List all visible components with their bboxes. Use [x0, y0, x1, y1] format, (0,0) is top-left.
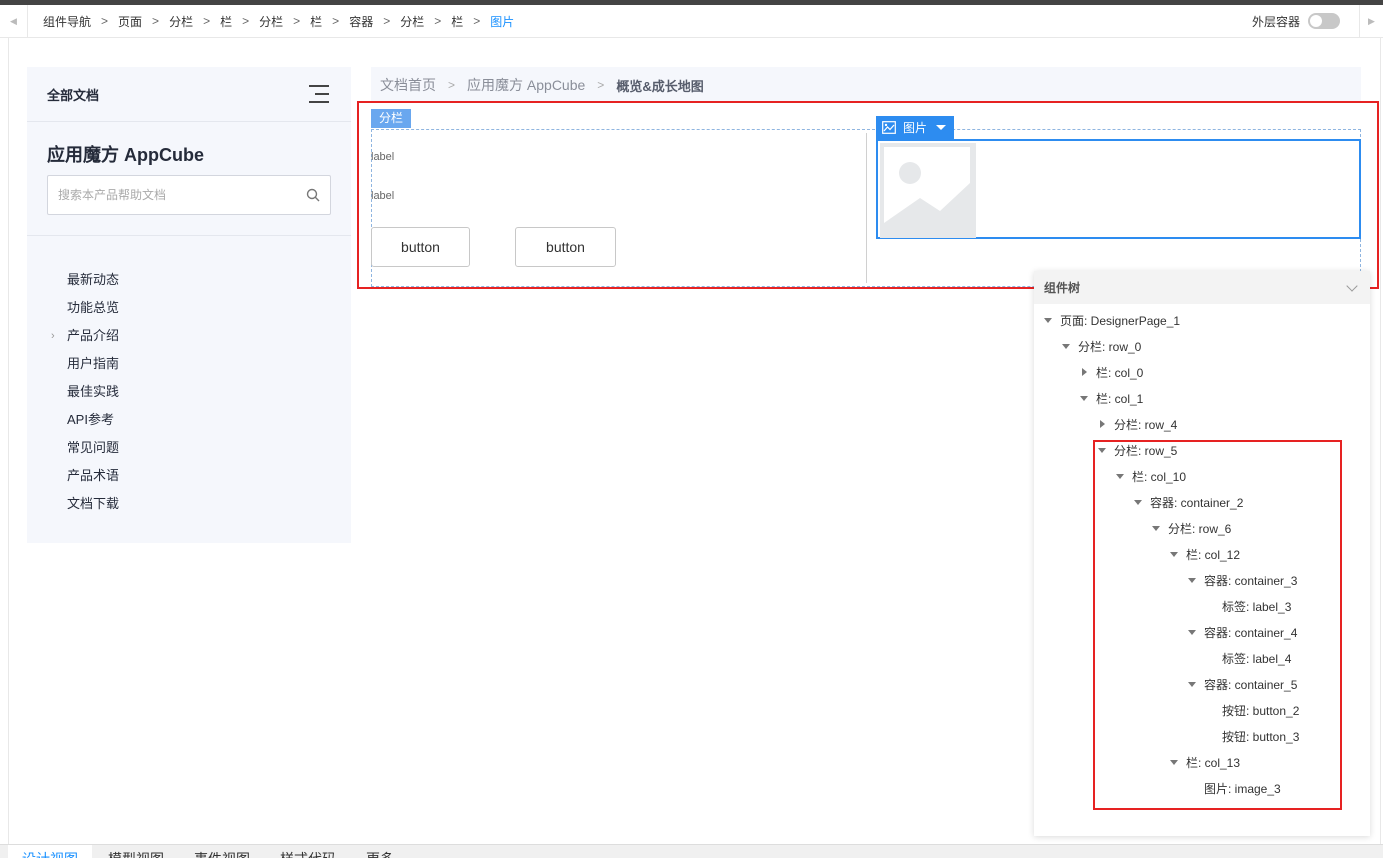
breadcrumb-item[interactable]: 栏 — [451, 13, 463, 30]
breadcrumb-separator: > — [434, 14, 442, 28]
doc-nav-item-label: 用户指南 — [67, 356, 120, 371]
doc-nav-item-label: 最佳实践 — [67, 384, 120, 399]
doc-breadcrumb-separator: > — [597, 78, 605, 92]
breadcrumb-item[interactable]: 组件导航 — [43, 13, 91, 30]
doc-nav-item[interactable]: 最新动态 — [27, 266, 351, 294]
caret-down-icon[interactable] — [1060, 340, 1072, 352]
breadcrumb-separator: > — [242, 14, 250, 28]
breadcrumb-separator: > — [332, 14, 340, 28]
breadcrumb-item[interactable]: 分栏 — [259, 13, 283, 30]
breadcrumb-item[interactable]: 图片 — [490, 13, 514, 30]
outer-container-switch[interactable] — [1308, 13, 1340, 29]
tree-node-label: 栏: col_1 — [1096, 391, 1144, 406]
caret-right-icon[interactable] — [1078, 366, 1090, 378]
component-tree-title: 组件树 — [1044, 281, 1081, 295]
doc-breadcrumb: 文档首页 > 应用魔方 AppCube > 概览&成长地图 — [371, 67, 1361, 103]
doc-sidebar-header: 全部文档 — [27, 67, 351, 122]
tree-node[interactable]: 分栏: row_4 — [1096, 411, 1177, 437]
doc-breadcrumb-home[interactable]: 文档首页 — [380, 75, 436, 95]
doc-sidebar: 全部文档 应用魔方 AppCube 最新动态功能总览 › 产品介绍用户指南最佳实践 A… — [27, 67, 351, 543]
doc-nav-item[interactable]: 用户指南 — [27, 350, 351, 378]
breadcrumb-separator: > — [293, 14, 301, 28]
caret-right-icon: ▶ — [1368, 15, 1375, 26]
chevron-right-icon[interactable]: › — [51, 322, 55, 350]
caret-down-icon[interactable] — [1078, 392, 1090, 404]
canvas-frame-left — [8, 38, 9, 844]
scroll-left-button[interactable]: ◀ — [0, 5, 28, 37]
breadcrumb-item[interactable]: 页面 — [118, 13, 142, 30]
scroll-right-button[interactable]: ▶ — [1359, 5, 1383, 37]
doc-nav-item[interactable]: API参考 — [27, 406, 351, 434]
breadcrumb-separator: > — [152, 14, 160, 28]
breadcrumb-item[interactable]: 栏 — [220, 13, 232, 30]
tree-node[interactable]: 栏: col_0 — [1078, 359, 1143, 385]
doc-nav-item-label: 最新动态 — [67, 272, 120, 287]
canvas-highlight-box — [357, 101, 1379, 289]
canvas-frame-right — [1380, 38, 1381, 844]
doc-nav-item-label: 产品介绍 — [67, 328, 120, 343]
breadcrumb-item[interactable]: 分栏 — [169, 13, 193, 30]
bottom-tab[interactable]: 更多 — [366, 849, 394, 858]
bottom-tab[interactable]: 事件视图 — [194, 849, 250, 858]
doc-nav-item-label: 常见问题 — [67, 440, 120, 455]
tree-node-label: 栏: col_0 — [1096, 365, 1144, 380]
tree-node[interactable]: 栏: col_1 — [1078, 385, 1143, 411]
breadcrumb-item[interactable]: 分栏 — [400, 13, 424, 30]
tree-highlight-box — [1093, 440, 1342, 810]
tree-node-label: 分栏: row_4 — [1114, 417, 1178, 432]
doc-search-input[interactable] — [48, 176, 288, 214]
caret-right-icon[interactable] — [1096, 418, 1108, 430]
bottom-tab[interactable]: 模型视图 — [108, 849, 164, 858]
breadcrumb-separator: > — [101, 14, 109, 28]
doc-nav-item[interactable]: 常见问题 — [27, 434, 351, 462]
doc-nav-item-label: API参考 — [67, 412, 114, 427]
search-icon[interactable] — [306, 188, 320, 202]
doc-nav-item[interactable]: 产品术语 — [27, 462, 351, 490]
breadcrumb-separator: > — [383, 14, 391, 28]
doc-nav-item[interactable]: 文档下载 — [27, 490, 351, 518]
doc-nav-item[interactable]: › 产品介绍 — [27, 322, 351, 350]
breadcrumb-item[interactable]: 容器 — [349, 13, 373, 30]
doc-nav-item-label: 文档下载 — [67, 496, 120, 511]
doc-nav-item-label: 产品术语 — [67, 468, 120, 483]
breadcrumb-separator: > — [473, 14, 481, 28]
doc-breadcrumb-separator: > — [448, 78, 456, 92]
outer-container-label: 外层容器 — [1251, 14, 1300, 29]
caret-down-icon[interactable] — [1042, 314, 1054, 326]
doc-nav-list: 最新动态功能总览 › 产品介绍用户指南最佳实践 API参考常见问题产品术语文档下载 — [27, 236, 351, 518]
tree-node[interactable]: 分栏: row_0 — [1060, 333, 1141, 359]
bottom-tab[interactable]: 设计视图 — [22, 849, 78, 858]
outer-container-toggle: 外层容器 — [1252, 5, 1340, 37]
menu-icon[interactable] — [309, 85, 329, 103]
component-breadcrumb-bar: ◀ 组件导航 > 页面 > 分栏 > 栏 > 分栏 > 栏 > 容器 > 分栏 > 栏 > 图片 外层容器 ▶ — [0, 5, 1383, 38]
doc-search-box — [47, 175, 331, 215]
doc-breadcrumb-product[interactable]: 应用魔方 AppCube — [467, 75, 585, 95]
doc-nav-item-label: 功能总览 — [67, 300, 120, 315]
bottom-tab[interactable]: 样式代码 — [280, 849, 336, 858]
breadcrumb-item[interactable]: 栏 — [310, 13, 322, 30]
tree-node[interactable]: 页面: DesignerPage_1 — [1042, 307, 1180, 333]
doc-breadcrumb-current: 概览&成长地图 — [616, 78, 704, 94]
all-docs-title: 全部文档 — [47, 87, 100, 103]
bottom-view-tabs: 设计视图 模型视图 事件视图 样式代码 更多 — [0, 844, 1383, 858]
tree-node-label: 分栏: row_0 — [1078, 339, 1142, 354]
component-breadcrumb: 组件导航 > 页面 > 分栏 > 栏 > 分栏 > 栏 > 容器 > 分栏 > 栏 > 图片 — [43, 5, 514, 37]
product-title: 应用魔方 AppCube — [47, 145, 204, 165]
doc-nav-item[interactable]: 功能总览 — [27, 294, 351, 322]
component-tree-header[interactable]: 组件树 — [1034, 271, 1370, 304]
doc-nav-item[interactable]: 最佳实践 — [27, 378, 351, 406]
tree-node-label: 页面: DesignerPage_1 — [1060, 313, 1181, 328]
chevron-down-icon[interactable] — [1346, 279, 1358, 292]
caret-left-icon: ◀ — [10, 15, 17, 26]
breadcrumb-separator: > — [203, 14, 211, 28]
